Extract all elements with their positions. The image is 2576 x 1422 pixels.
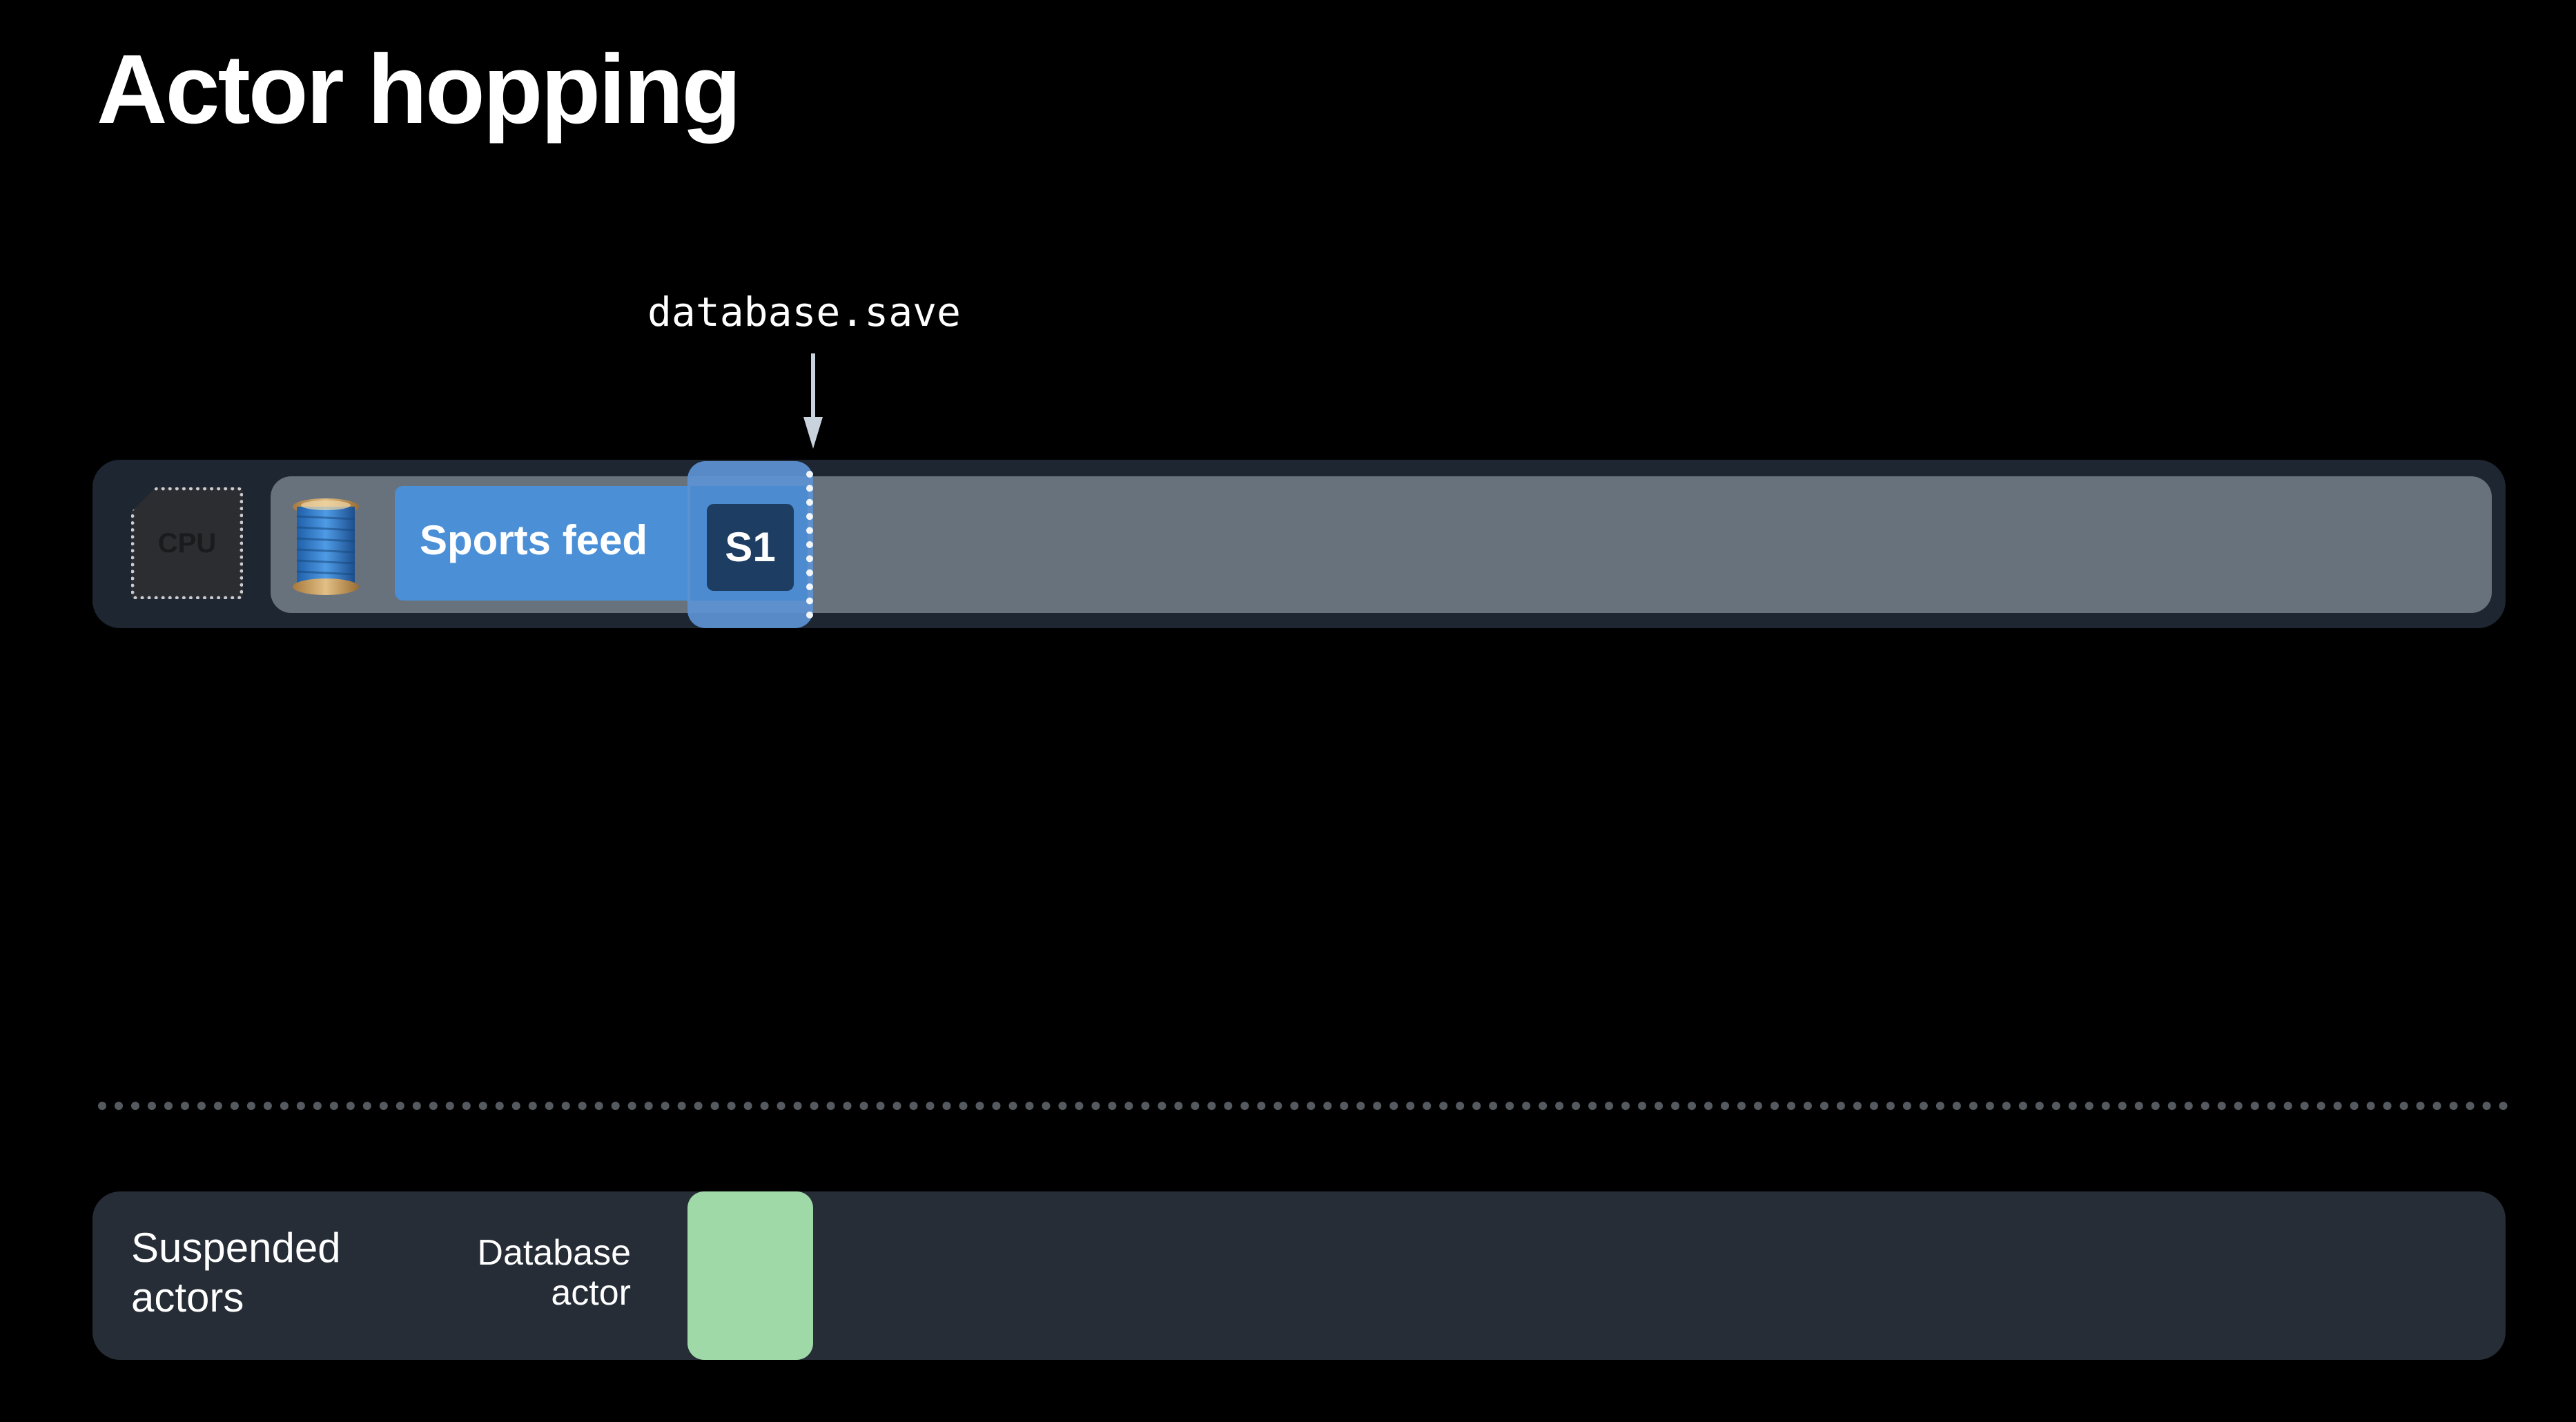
- suspended-actors-label-line1: Suspended: [131, 1225, 341, 1271]
- s1-suspension-chip: S1: [707, 504, 794, 591]
- database-actor-label-line2: actor: [551, 1273, 631, 1313]
- database-save-call-label: database.save: [647, 289, 961, 335]
- suspension-point-dotted-edge: [806, 471, 813, 619]
- database-actor-label-line1: Database: [477, 1233, 631, 1273]
- suspended-actors-label-line2: actors: [131, 1274, 244, 1321]
- spool-of-thread-icon: [293, 498, 359, 595]
- section-divider: [98, 1102, 2508, 1110]
- slide-title: Actor hopping: [97, 35, 741, 144]
- down-arrow-icon: [803, 353, 823, 449]
- cpu-label: CPU: [157, 528, 217, 558]
- database-actor-label: Database actor: [422, 1233, 631, 1313]
- sports-feed-label: Sports feed: [420, 517, 648, 563]
- database-actor-box: [687, 1191, 813, 1360]
- suspended-actors-label: Suspended actors: [131, 1223, 341, 1323]
